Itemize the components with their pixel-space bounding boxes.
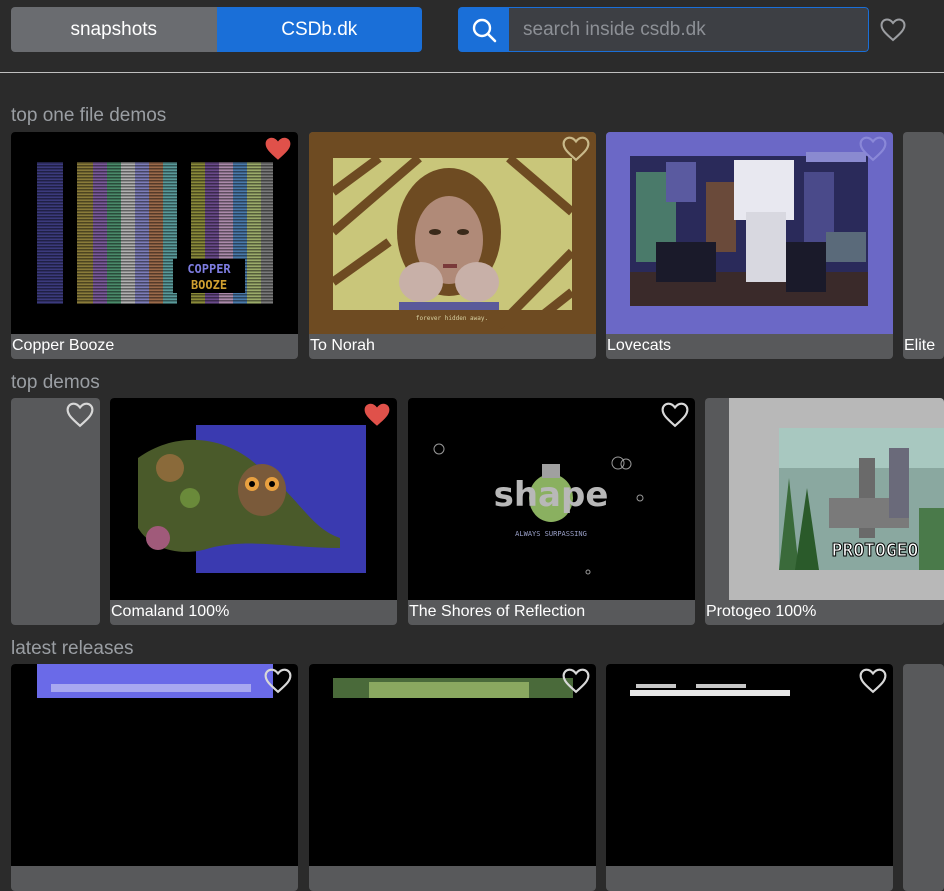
- demo-card[interactable]: [11, 398, 100, 625]
- heart-filled-icon[interactable]: [363, 402, 391, 428]
- demo-thumbnail: COPPER BOOZE: [11, 132, 298, 334]
- demo-card[interactable]: Elite: [903, 132, 944, 359]
- section-title: top demos: [11, 372, 100, 393]
- svg-text:COPPER: COPPER: [187, 262, 231, 276]
- source-toggle: snapshots CSDb.dk: [11, 7, 422, 52]
- svg-text:PROTOGEO: PROTOGEO: [832, 540, 919, 561]
- release-thumbnail: [309, 664, 596, 866]
- demo-title: Protogeo 100%: [706, 603, 817, 620]
- svg-text:shape: shape: [494, 475, 609, 515]
- demo-card[interactable]: forever hidden away. To Norah: [309, 132, 596, 359]
- demo-title: Copper Booze: [12, 337, 115, 354]
- demo-thumbnail: [110, 398, 397, 600]
- tab-snapshots[interactable]: snapshots: [11, 7, 217, 52]
- release-card[interactable]: [11, 664, 298, 891]
- heart-outline-icon[interactable]: [562, 668, 590, 694]
- demo-thumbnail: forever hidden away.: [309, 132, 596, 334]
- svg-text:BOOZE: BOOZE: [191, 278, 227, 292]
- demo-card[interactable]: Lovecats: [606, 132, 893, 359]
- demo-title: Elite: [904, 337, 936, 354]
- demo-card[interactable]: COPPER BOOZE Copper Booze: [11, 132, 298, 359]
- search-input[interactable]: [509, 7, 869, 52]
- demo-card[interactable]: shape ALWAYS SURPASSING The Shores of Re…: [408, 398, 695, 625]
- heart-outline-icon[interactable]: [562, 136, 590, 162]
- release-thumbnail: [903, 664, 944, 866]
- demo-title: Comaland 100%: [111, 603, 230, 620]
- demo-title: To Norah: [310, 337, 375, 354]
- heart-outline-icon[interactable]: [859, 136, 887, 162]
- search-icon: [472, 18, 496, 42]
- demo-thumbnail: shape ALWAYS SURPASSING: [408, 398, 695, 600]
- svg-text:forever hidden away.: forever hidden away.: [416, 315, 488, 322]
- release-card[interactable]: [903, 664, 944, 891]
- svg-text:ALWAYS SURPASSING: ALWAYS SURPASSING: [515, 530, 587, 538]
- release-card[interactable]: [309, 664, 596, 891]
- release-card[interactable]: [606, 664, 893, 891]
- search-bar: [458, 7, 869, 52]
- release-thumbnail: [606, 664, 893, 866]
- demo-thumbnail: [606, 132, 893, 334]
- demo-card[interactable]: Comaland 100%: [110, 398, 397, 625]
- section-title: top one file demos: [11, 105, 167, 126]
- demo-thumbnail: [903, 132, 944, 334]
- section-title: latest releases: [11, 638, 134, 659]
- heart-outline-icon[interactable]: [264, 668, 292, 694]
- demo-card[interactable]: PROTOGEO Protogeo 100%: [705, 398, 944, 625]
- search-button[interactable]: [458, 7, 509, 52]
- demo-title: The Shores of Reflection: [409, 603, 586, 620]
- heart-outline-icon[interactable]: [661, 402, 689, 428]
- heart-filled-icon[interactable]: [264, 136, 292, 162]
- demo-thumbnail: [11, 398, 100, 600]
- release-thumbnail: [11, 664, 298, 866]
- favorites-heart-icon[interactable]: [880, 18, 906, 42]
- demo-title: Lovecats: [607, 337, 672, 354]
- header-divider: [0, 72, 944, 73]
- heart-outline-icon[interactable]: [859, 668, 887, 694]
- heart-outline-icon[interactable]: [66, 402, 94, 428]
- demo-thumbnail: PROTOGEO: [729, 398, 944, 600]
- tab-csdb[interactable]: CSDb.dk: [216, 7, 422, 52]
